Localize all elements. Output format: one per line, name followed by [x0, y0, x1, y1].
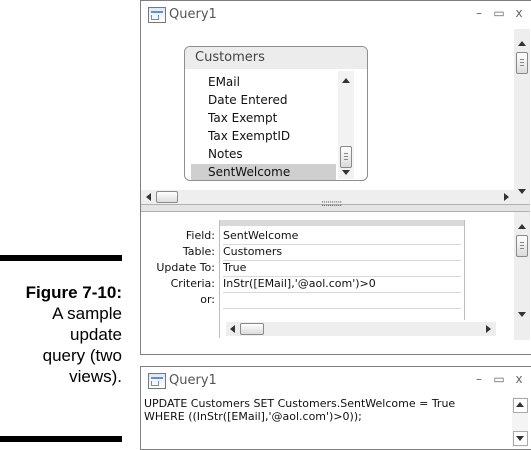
vscroll-down-arrow-icon[interactable] [518, 189, 526, 194]
figure-label: Figure 7-10: [25, 283, 122, 302]
pane-splitter[interactable]: :::::::::: [141, 199, 530, 212]
sql-line-2: WHERE ((InStr([EMail],'@aol.com')>0)); [144, 410, 362, 423]
table-list-scrollbar[interactable] [338, 71, 354, 179]
scroll-right-arrow-icon[interactable] [504, 193, 509, 201]
row-label-field: Field: [185, 229, 215, 242]
caption-line-2: update [70, 325, 122, 344]
hscroll-thumb[interactable] [156, 191, 178, 203]
grid-column-area: SentWelcome Customers True InStr([EMail]… [219, 220, 500, 338]
sql-line-1: UPDATE Customers SET Customers.SentWelco… [144, 397, 456, 410]
maximize-button[interactable]: ▭ [492, 6, 506, 20]
close-button[interactable]: x [512, 372, 526, 386]
sql-window-title: Query1 [169, 373, 217, 388]
field-tax-exempt[interactable]: Tax Exempt [191, 110, 336, 126]
sql-vscrollbar[interactable] [512, 397, 528, 447]
scroll-down-arrow-icon[interactable] [342, 170, 350, 175]
row-label-or: or: [200, 293, 215, 306]
cell-update-to[interactable]: True [223, 261, 461, 277]
maximize-button[interactable]: ▭ [492, 372, 506, 386]
table-pane-vscrollbar[interactable] [514, 29, 530, 204]
grid-hscroll-thumb[interactable] [240, 323, 264, 335]
scroll-thumb[interactable] [340, 146, 352, 168]
column-selector[interactable] [220, 220, 464, 226]
grid-scroll-left-arrow-icon[interactable] [230, 325, 235, 333]
query-sql-window: Query1 – ▭ x UPDATE Customers SET Custom… [140, 366, 531, 450]
vscroll-thumb[interactable] [516, 52, 528, 74]
grid-vscroll-thumb[interactable] [516, 235, 528, 257]
table-name: Customers [185, 47, 367, 69]
design-grid: Field: Table: Update To: Criteria: or: S… [141, 212, 530, 353]
design-window-title: Query1 [169, 7, 217, 22]
field-tax-exemptid[interactable]: Tax ExemptID [191, 128, 336, 144]
minimize-button[interactable]: – [472, 6, 486, 20]
scroll-left-arrow-icon[interactable] [146, 193, 151, 201]
customers-table-box[interactable]: Customers EMail Date Entered Tax Exempt … [184, 46, 368, 181]
sql-scroll-down-arrow-icon [516, 436, 524, 441]
field-date-entered[interactable]: Date Entered [191, 92, 336, 108]
field-email[interactable]: EMail [191, 74, 336, 90]
caption-bottom-rule [0, 436, 122, 442]
caption-line-1: A sample [52, 304, 122, 323]
vscroll-up-arrow-icon[interactable] [518, 41, 526, 46]
sql-scroll-up-arrow-icon [516, 402, 524, 407]
grid-row-labels: Field: Table: Update To: Criteria: or: [141, 226, 221, 336]
caption-line-4: views). [69, 367, 122, 386]
row-label-update-to: Update To: [156, 261, 215, 274]
splitter-grip: :::::::::: [321, 199, 342, 209]
row-label-table: Table: [182, 245, 215, 258]
sql-title-bar: Query1 – ▭ x [141, 367, 531, 395]
column-divider [464, 220, 465, 320]
query-design-window: Query1 – ▭ x Customers EMail Date Entere… [140, 0, 531, 355]
cell-criteria[interactable]: InStr([EMail],'@aol.com')>0 [223, 277, 461, 293]
scroll-up-arrow-icon[interactable] [342, 78, 350, 83]
sql-scroll-down-button[interactable] [513, 431, 528, 446]
field-sentwelcome[interactable]: SentWelcome [191, 164, 336, 180]
field-notes[interactable]: Notes [191, 146, 336, 162]
minimize-button[interactable]: – [472, 372, 486, 386]
row-label-criteria: Criteria: [170, 277, 215, 290]
grid-scroll-right-arrow-icon[interactable] [486, 325, 491, 333]
design-title-bar: Query1 – ▭ x [141, 1, 531, 29]
sql-scroll-up-button[interactable] [513, 398, 528, 413]
grid-vscrollbar[interactable] [514, 212, 530, 340]
grid-scroll-up-arrow-icon[interactable] [518, 224, 526, 229]
cell-table[interactable]: Customers [223, 245, 461, 261]
table-pane: Customers EMail Date Entered Tax Exempt … [141, 29, 514, 204]
cell-or[interactable] [223, 293, 461, 309]
query-icon [148, 7, 166, 23]
figure-caption: Figure 7-10: A sample update query (two … [0, 255, 122, 442]
query-icon [148, 373, 166, 389]
grid-hscrollbar[interactable] [226, 322, 496, 336]
cell-field[interactable]: SentWelcome [223, 229, 461, 245]
close-button[interactable]: x [512, 6, 526, 20]
sql-editor[interactable]: UPDATE Customers SET Customers.SentWelco… [144, 397, 510, 445]
grid-scroll-down-arrow-icon[interactable] [518, 312, 526, 317]
caption-top-rule [0, 255, 122, 261]
caption-line-3: query (two [42, 346, 122, 365]
